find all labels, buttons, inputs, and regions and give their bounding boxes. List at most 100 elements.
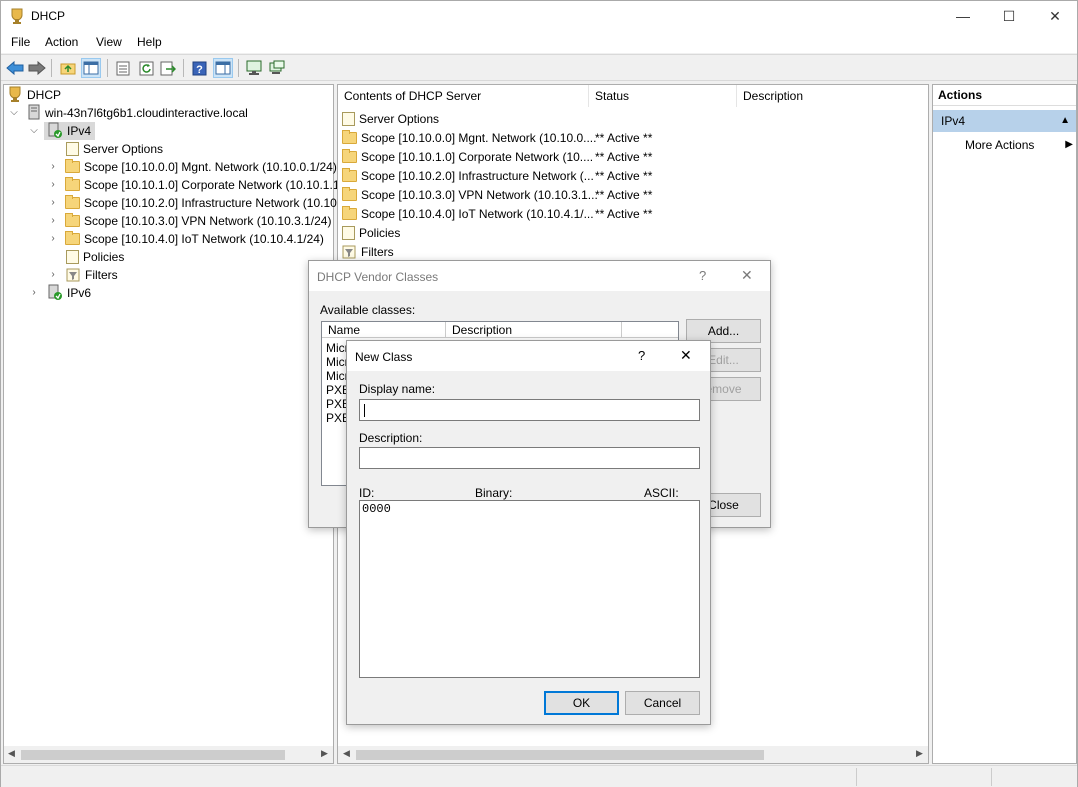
actions-section-ipv4[interactable]: IPv4 ▲ [933,110,1076,132]
svg-text:?: ? [196,64,203,76]
chevron-right-icon[interactable]: › [48,215,58,226]
new-class-close-button[interactable]: ✕ [680,347,692,364]
tree-scope-label: Scope [10.10.2.0] Infrastructure Network… [84,196,341,210]
menu-help[interactable]: Help [137,35,162,49]
more-actions-label: More Actions [965,138,1035,152]
scroll-thumb[interactable] [21,750,285,760]
refresh-icon[interactable] [136,58,156,78]
chevron-right-icon[interactable]: › [29,287,39,298]
toolbar: ? [1,54,1077,81]
scroll-left-icon[interactable]: ◀ [8,748,15,759]
status-cell: ** Active ** [595,207,653,221]
server-options-icon [66,142,79,156]
vendor-column-name[interactable]: Name [322,322,446,338]
folder-icon [342,187,357,201]
menu-bar: File Action View Help [1,31,1077,53]
maximize-button[interactable]: ☐ [986,1,1032,31]
menu-action[interactable]: Action [45,35,78,49]
tree-server[interactable]: win-43n7l6tg6b1.cloudinteractive.local [28,104,248,122]
chevron-right-icon[interactable]: › [48,179,58,190]
manage-servers-icon[interactable] [267,58,287,78]
folder-icon [65,177,80,191]
vendor-dialog-title: DHCP Vendor Classes [317,270,439,284]
vendor-dialog-help-button[interactable]: ? [699,268,706,283]
tree-scope[interactable]: Scope [10.10.3.0] VPN Network (10.10.3.1… [65,212,331,230]
new-class-help-button[interactable]: ? [638,348,645,363]
chevron-right-icon[interactable]: › [48,161,58,172]
back-arrow-icon[interactable] [5,58,25,78]
list-row[interactable]: Scope [10.10.0.0] Mgnt. Network (10.10.0… [342,129,596,148]
menu-file[interactable]: File [11,35,30,49]
list-row[interactable]: Scope [10.10.1.0] Corporate Network (10.… [342,148,593,167]
list-row[interactable]: Policies [342,224,400,243]
filter-icon [342,245,356,259]
authorize-server-icon[interactable] [244,58,264,78]
status-cell: ** Active ** [595,188,653,202]
export-list-icon[interactable] [158,58,178,78]
tree-root[interactable]: DHCP [8,86,61,104]
close-button[interactable]: ✕ [1032,1,1078,31]
chevron-down-icon[interactable]: ⌵ [29,125,39,136]
properties-icon[interactable] [113,58,133,78]
cancel-button[interactable]: Cancel [625,691,700,715]
help-icon[interactable]: ? [189,58,209,78]
vendor-dialog-close-button[interactable]: ✕ [741,267,753,284]
menu-view[interactable]: View [96,35,122,49]
new-class-dialog: New Class ? ✕ Display name: Description:… [346,340,711,725]
column-header-status[interactable]: Status [589,85,737,107]
actions-title: Actions [933,85,1076,106]
tree-horizontal-scrollbar[interactable]: ◀ ▶ [4,746,333,763]
chevron-right-icon[interactable]: › [48,269,58,280]
column-header-description[interactable]: Description [737,85,927,107]
up-folder-icon[interactable] [58,58,78,78]
tree-scope[interactable]: Scope [10.10.0.0] Mgnt. Network (10.10.0… [65,158,337,176]
window-title: DHCP [31,9,66,23]
scroll-right-icon[interactable]: ▶ [321,748,328,759]
list-row[interactable]: Scope [10.10.3.0] VPN Network (10.10.3.1… [342,186,598,205]
tree-filters[interactable]: Filters [66,266,118,284]
tree-policies[interactable]: Policies [66,248,124,266]
dhcp-trophy-icon [9,86,21,102]
tree-server-options-label: Server Options [83,142,164,156]
id-label: ID: [359,486,375,500]
display-name-field[interactable] [359,399,700,421]
more-actions-item[interactable]: More Actions ▶ [965,138,1075,152]
list-row[interactable]: Scope [10.10.2.0] Infrastructure Network… [342,167,594,186]
scroll-left-icon[interactable]: ◀ [343,748,350,759]
id-binary-editor[interactable]: 0000 [359,500,700,678]
chevron-down-icon[interactable]: ⌵ [9,107,19,118]
chevron-right-icon[interactable]: › [48,233,58,244]
forward-arrow-icon[interactable] [27,58,47,78]
tree-filters-label: Filters [85,268,118,282]
chevron-right-icon[interactable]: › [48,197,58,208]
scroll-thumb[interactable] [356,750,764,760]
dhcp-app-icon [11,8,23,24]
minimize-button[interactable]: — [940,1,986,31]
folder-icon [65,213,80,227]
tree-ipv4-label: IPv4 [67,124,92,138]
status-cell: ** Active ** [595,150,653,164]
column-header-contents[interactable]: Contents of DHCP Server [338,85,589,107]
tree-ipv6[interactable]: IPv6 [48,284,91,302]
collapse-up-icon[interactable]: ▲ [1060,110,1070,132]
list-row[interactable]: Scope [10.10.4.0] IoT Network (10.10.4.1… [342,205,594,224]
description-field[interactable] [359,447,700,469]
tree-scope-label: Scope [10.10.1.0] Corporate Network (10.… [84,178,343,192]
display-name-label: Display name: [359,382,436,396]
description-label: Description: [359,431,423,445]
tree-ipv4[interactable]: IPv4 [44,122,96,140]
show-action-pane-icon[interactable] [213,58,233,78]
vendor-column-description[interactable]: Description [446,322,622,338]
folder-icon [342,130,357,144]
tree-scope[interactable]: Scope [10.10.4.0] IoT Network (10.10.4.1… [65,230,324,248]
server-options-icon [342,112,355,126]
list-row[interactable]: Server Options [342,110,439,129]
tree-server-options[interactable]: Server Options [66,140,163,158]
tree-scope[interactable]: Scope [10.10.2.0] Infrastructure Network… [65,194,340,212]
scroll-right-icon[interactable]: ▶ [916,748,923,759]
text-caret [364,404,365,417]
ok-button[interactable]: OK [544,691,619,715]
content-horizontal-scrollbar[interactable]: ◀ ▶ [338,746,928,763]
tree-scope[interactable]: Scope [10.10.1.0] Corporate Network (10.… [65,176,343,194]
show-hide-tree-icon[interactable] [81,58,101,78]
